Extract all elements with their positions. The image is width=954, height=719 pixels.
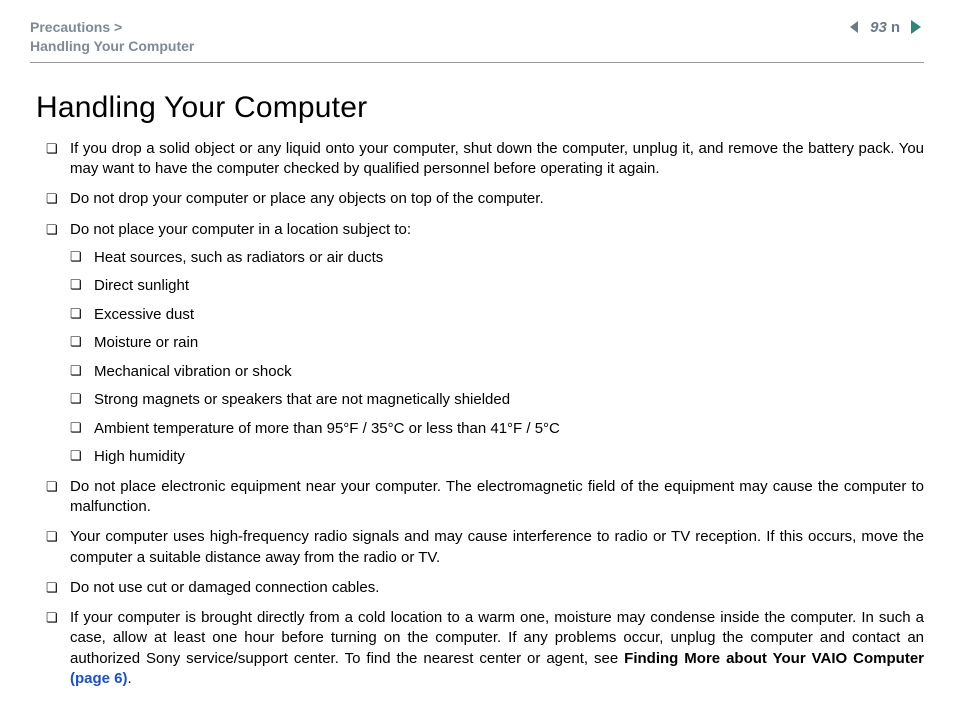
n-glyph: n — [891, 19, 900, 36]
list-item: High humidity — [70, 447, 924, 467]
next-page-icon[interactable] — [906, 18, 924, 36]
prev-page-icon[interactable] — [846, 18, 864, 36]
breadcrumb-section: Precautions > — [30, 18, 194, 37]
text-run: . — [128, 670, 132, 687]
breadcrumb: Precautions > Handling Your Computer — [30, 18, 194, 56]
list-item: Excessive dust — [70, 305, 924, 325]
list-item: Heat sources, such as radiators or air d… — [70, 248, 924, 268]
page-number: 93 — [870, 19, 887, 36]
page-nav: 93 n — [846, 18, 924, 36]
list-item: Mechanical vibration or shock — [70, 362, 924, 382]
document-page: Precautions > Handling Your Computer 93 … — [0, 0, 954, 719]
page-title: Handling Your Computer — [36, 91, 924, 125]
list-item: Do not place electronic equipment near y… — [46, 477, 924, 518]
sub-list: Heat sources, such as radiators or air d… — [70, 248, 924, 467]
breadcrumb-page: Handling Your Computer — [30, 37, 194, 56]
list-item-text: Do not place your computer in a location… — [70, 221, 411, 238]
page-link[interactable]: (page 6) — [70, 670, 128, 687]
list-item: Direct sunlight — [70, 276, 924, 296]
list-item: Strong magnets or speakers that are not … — [70, 390, 924, 410]
bold-text: Finding More about Your VAIO Computer — [624, 650, 924, 667]
list-item: Your computer uses high-frequency radio … — [46, 527, 924, 568]
list-item: Ambient temperature of more than 95°F / … — [70, 419, 924, 439]
list-item: Do not place your computer in a location… — [46, 220, 924, 467]
list-item: If your computer is brought directly fro… — [46, 608, 924, 689]
page-header: Precautions > Handling Your Computer 93 … — [30, 18, 924, 63]
list-item: If you drop a solid object or any liquid… — [46, 139, 924, 180]
list-item: Moisture or rain — [70, 333, 924, 353]
list-item: Do not drop your computer or place any o… — [46, 189, 924, 209]
list-item: Do not use cut or damaged connection cab… — [46, 578, 924, 598]
content-list: If you drop a solid object or any liquid… — [30, 139, 924, 689]
